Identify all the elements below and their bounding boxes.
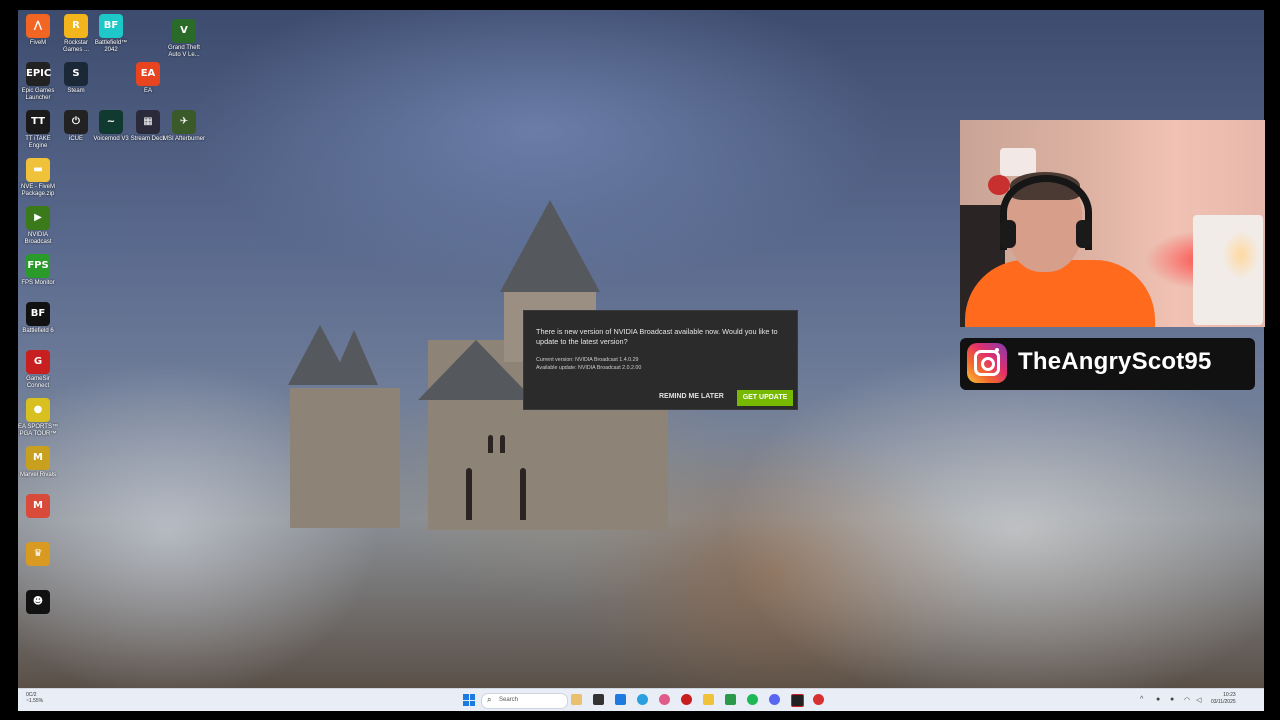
start-button[interactable] [463,694,475,706]
edge-icon[interactable] [637,694,648,705]
desktop-icon-label: NVIDIA Broadcast [24,232,52,245]
app-icon: M [26,494,50,518]
desktop-icon[interactable]: EA EA [126,62,170,95]
app-icon: ⏻ [64,110,88,134]
desktop-icon-label: Battlefield™ 2042 [94,40,128,53]
weather-widget[interactable]: 0C/2 ~1.55% [26,692,43,704]
app-icon: TT [26,110,50,134]
headset-ear-right [1076,220,1092,248]
app-icon: ✈ [172,110,196,134]
taskbar-search-box[interactable]: ⌕ Search [481,693,568,709]
person-shirt [965,260,1155,327]
clock-time: 10:23 [1223,692,1236,698]
desktop-icon-label: Marvel Rivals [19,472,56,478]
desktop-icon[interactable]: BF Battlefield™ 2042 [89,14,133,54]
remind-me-later-button[interactable]: REMIND ME LATER [659,393,724,400]
app-icon: ♛ [26,542,50,566]
app-icon: EPIC [26,62,51,86]
tray-icon[interactable]: ● [1170,696,1174,703]
desktop-icon[interactable]: ☻ [18,590,60,616]
tray-icon[interactable]: ● [1156,696,1160,703]
desktop-icon-label: Grand Theft Auto V Le... [168,45,200,58]
search-icon: ⌕ [487,695,492,704]
app-icon: ▬ [26,158,50,182]
clock-date: 03/11/2025 [1211,699,1236,705]
instagram-icon [967,343,1007,383]
available-update: Available update: NVIDIA Broadcast 2.0.2… [536,365,642,371]
taskbar-app-icon[interactable] [659,694,670,705]
nvidia-broadcast-update-dialog: There is new version of NVIDIA Broadcast… [523,310,798,410]
dialog-message: There is new version of NVIDIA Broadcast… [536,327,778,346]
get-update-button[interactable]: GET UPDATE [737,390,793,406]
app-icon: ☻ [26,590,50,614]
app-icon: BF [99,14,123,38]
app-icon: M [26,446,50,470]
app-icon: R [64,14,88,38]
app-icon: ~ [99,110,123,134]
desktop-icon[interactable]: ♛ [18,542,60,568]
desktop-icon-label: GameSir Connect [26,376,50,389]
desktop-icon[interactable]: ▶ NVIDIA Broadcast [18,206,60,246]
desktop-icon[interactable]: M [18,494,60,520]
system-clock[interactable]: 10:23 03/11/2025 [1211,692,1236,706]
discord-icon[interactable] [769,694,780,705]
dialog-version-info: Current version: NVIDIA Broadcast 1.4.0.… [536,356,641,372]
taskbar-app-icon[interactable] [681,694,692,705]
taskbar-app-icon[interactable] [791,694,804,707]
wifi-icon[interactable]: ◠ [1184,696,1190,704]
volume-icon[interactable]: ◁ [1196,696,1201,704]
desktop-icon[interactable]: G GameSir Connect [18,350,60,390]
taskbar-app-icon[interactable] [813,694,824,705]
desktop-icon-label: Battlefield 6 [22,328,54,334]
file-explorer-icon[interactable] [703,694,714,705]
desktop-icon-label: Steam [67,88,85,94]
desktop-icon-label: EA [143,88,152,94]
desktop-icon[interactable]: ▬ NVE - FiveM Package.zip [18,158,60,198]
app-icon: G [26,350,50,374]
instagram-handle: TheAngryScot95 [1018,348,1212,375]
shelf-figure [1000,148,1036,176]
taskbar-app-icon[interactable] [615,694,626,705]
weather-note: ~1.55% [26,698,44,704]
app-icon: V [172,19,196,43]
headset-ear-left [1000,220,1016,248]
desktop-icon[interactable]: BF Battlefield 6 [18,302,60,335]
chevron-up-icon[interactable]: ^ [1140,696,1143,703]
instagram-icon-dot [995,348,999,352]
taskbar-app-icon[interactable] [571,694,582,705]
pc-light [1222,230,1260,280]
desktop-icon[interactable]: M Marvel Rivals [18,446,60,479]
desktop-icon[interactable]: ● EA SPORTS™ PGA TOUR™ [18,398,60,438]
task-view-icon[interactable] [593,694,604,705]
app-icon: ▶ [26,206,50,230]
desktop-icon-label: MSI Afterburner [162,136,206,142]
app-icon: EA [136,62,160,86]
taskbar-app-icon[interactable] [725,694,736,705]
desktop-icon[interactable]: S Steam [54,62,98,95]
app-icon: ▦ [136,110,160,134]
app-icon: ● [26,398,50,422]
current-version: Current version: NVIDIA Broadcast 1.4.0.… [536,357,639,363]
desktop-icon[interactable]: V Grand Theft Auto V Le... [162,19,206,59]
taskbar: 0C/2 ~1.55% ⌕ Search ^ ● ● ◠ ◁ 10:23 03/… [18,688,1264,711]
search-placeholder: Search [499,697,519,703]
desktop-icon-label: FPS Monitor [21,280,55,286]
desktop-icon[interactable]: FPS FPS Monitor [18,254,60,287]
desktop-icon-label: NVE - FiveM Package.zip [20,184,55,197]
desktop-icon[interactable]: ✈ MSI Afterburner [162,110,206,143]
desktop-icon-label: EA SPORTS™ PGA TOUR™ [18,424,58,437]
spotify-icon[interactable] [747,694,758,705]
app-icon: BF [26,302,50,326]
app-icon: ⋀ [26,14,50,38]
instagram-badge: TheAngryScot95 [960,338,1255,390]
webcam-overlay [960,120,1265,327]
app-icon: S [64,62,88,86]
app-icon: FPS [26,254,50,278]
